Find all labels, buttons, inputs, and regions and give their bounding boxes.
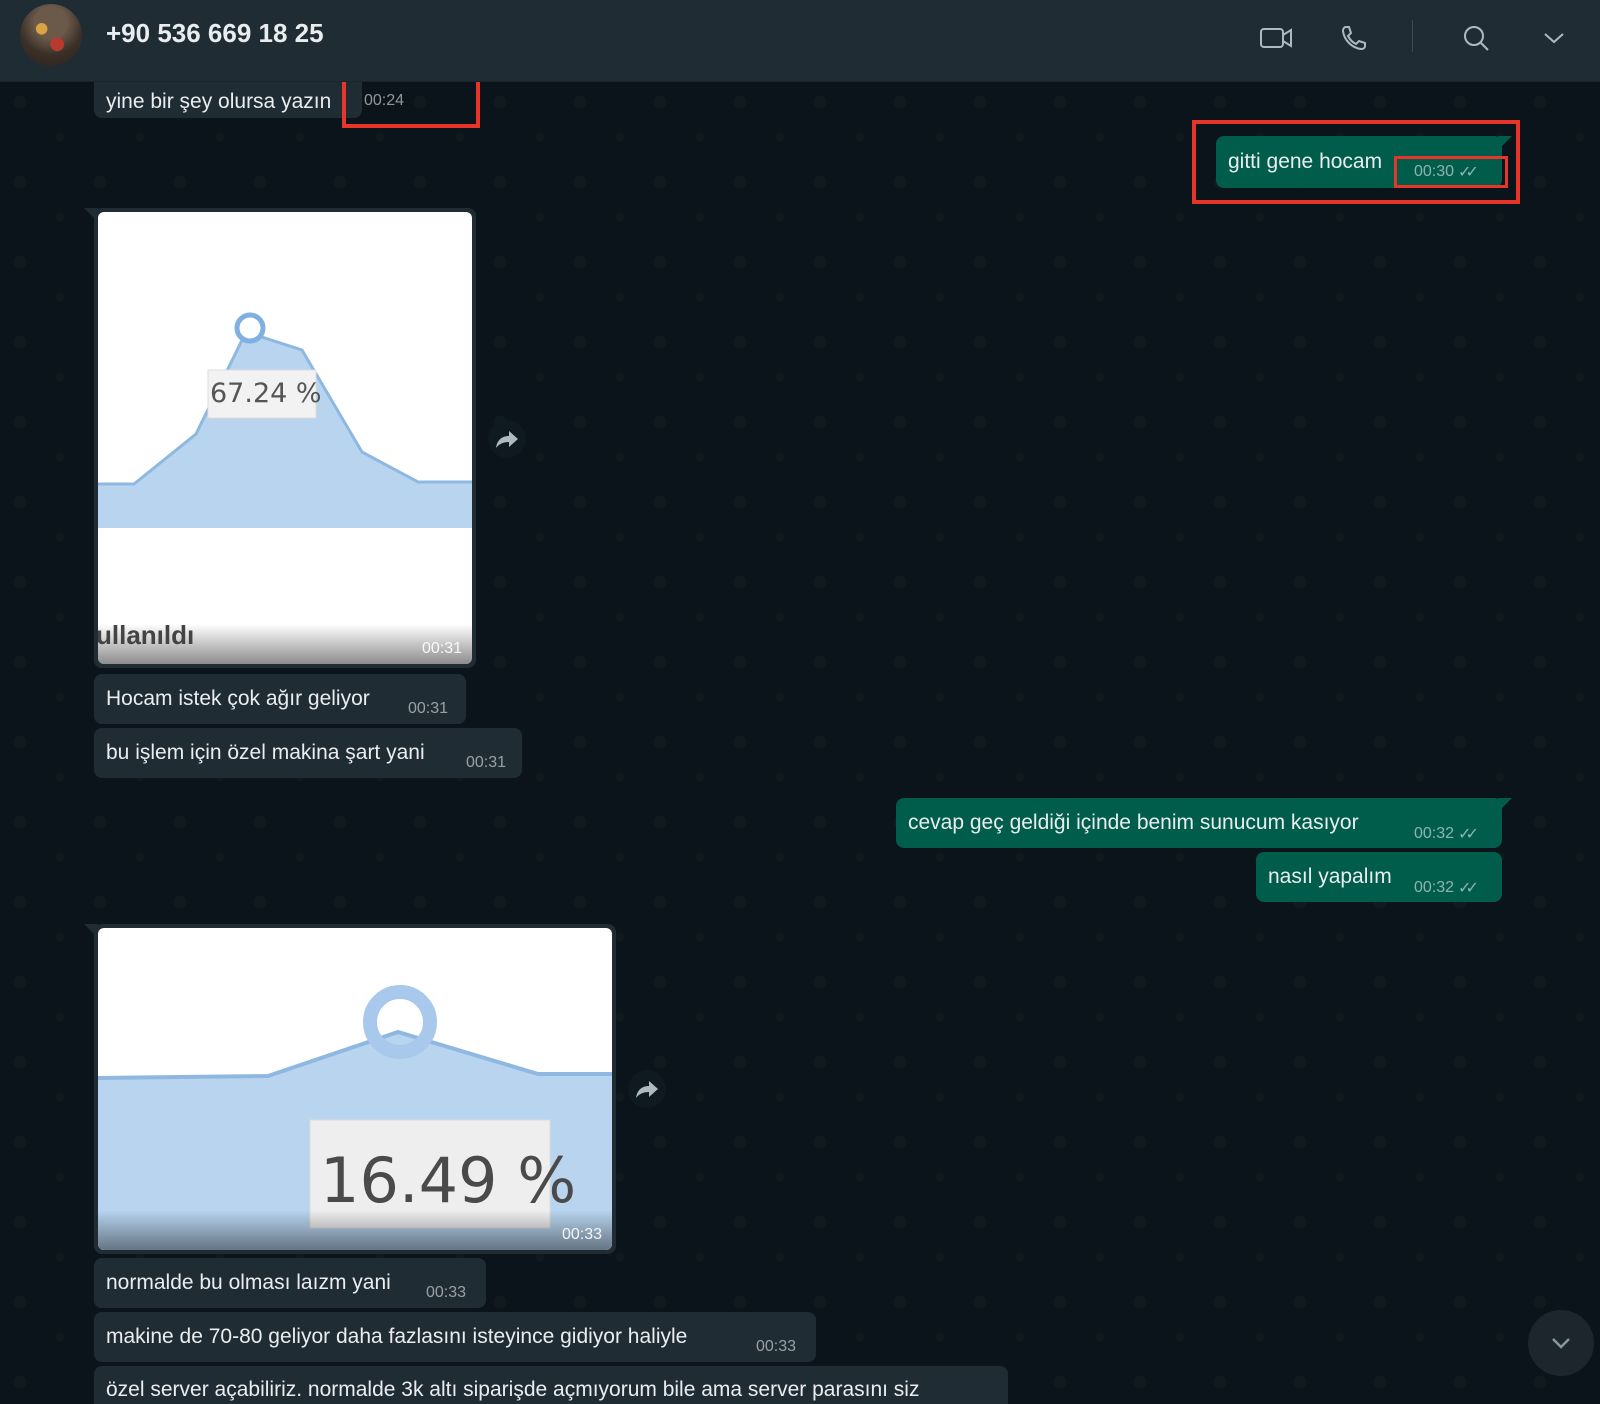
- message-text: yine bir şey olursa yazın: [106, 90, 332, 113]
- forward-icon[interactable]: [488, 420, 526, 458]
- message-text: makine de 70-80 geliyor daha fazlasını i…: [106, 1325, 688, 1348]
- chat-header: +90 536 669 18 25: [0, 0, 1600, 82]
- message-text: normalde bu olması laızm yani: [106, 1271, 391, 1294]
- header-divider: [1412, 20, 1413, 52]
- highlight-box: [1394, 156, 1508, 188]
- message-time: 00:31: [408, 700, 449, 717]
- image-message[interactable]: 67.24 % ullanıldı 00:31: [94, 208, 476, 668]
- highlight-box: [342, 78, 480, 128]
- message-text: bu işlem için özel makina şart yani: [106, 741, 425, 764]
- message-time: 00:31: [466, 754, 507, 771]
- message-incoming[interactable]: özel server açabiliriz. normalde 3k altı…: [94, 1366, 1008, 1404]
- message-time: 00:33: [426, 1284, 467, 1301]
- message-time: 00:32 ✓✓: [1414, 879, 1479, 897]
- forward-icon[interactable]: [628, 1070, 666, 1108]
- message-text: özel server açabiliriz. normalde 3k altı…: [106, 1378, 920, 1401]
- message-time: 00:33: [561, 1226, 602, 1243]
- message-incoming[interactable]: bu işlem için özel makina şart yani: [94, 728, 522, 778]
- chart-label: 16.49 %: [320, 1144, 577, 1217]
- message-text: nasıl yapalım: [1268, 865, 1392, 888]
- video-call-icon[interactable]: [1256, 18, 1296, 58]
- message-incoming[interactable]: makine de 70-80 geliyor daha fazlasını i…: [94, 1312, 816, 1362]
- message-time: 00:32 ✓✓: [1414, 825, 1479, 843]
- message-text: Hocam istek çok ağır geliyor: [106, 687, 370, 710]
- scroll-to-bottom-button[interactable]: [1528, 1310, 1594, 1376]
- chevron-down-icon[interactable]: [1534, 18, 1574, 58]
- double-check-icon: ✓✓: [1458, 880, 1479, 897]
- message-time: 00:33: [756, 1338, 797, 1355]
- search-icon[interactable]: [1456, 18, 1496, 58]
- image-message[interactable]: 16.49 % 00:33: [94, 924, 616, 1254]
- image-gradient: [98, 1210, 612, 1250]
- message-time: 00:31: [421, 640, 462, 657]
- image-footer-text: ullanıldı: [98, 620, 195, 650]
- bubble-tail: [1498, 798, 1512, 812]
- message-outgoing[interactable]: cevap geç geldiği içinde benim sunucum k…: [896, 798, 1502, 848]
- chart-thumbnail: [98, 312, 472, 528]
- image-preview[interactable]: 67.24 % ullanıldı 00:31: [98, 212, 472, 664]
- message-text: cevap geç geldiği içinde benim sunucum k…: [908, 811, 1359, 834]
- image-preview[interactable]: 16.49 % 00:33: [98, 928, 612, 1250]
- contact-avatar[interactable]: [20, 4, 82, 66]
- chart-label: 67.24 %: [210, 378, 322, 409]
- contact-name[interactable]: +90 536 669 18 25: [106, 18, 324, 49]
- chevron-down-icon: [1552, 1338, 1570, 1349]
- double-check-icon: ✓✓: [1458, 826, 1479, 843]
- voice-call-icon[interactable]: [1334, 18, 1374, 58]
